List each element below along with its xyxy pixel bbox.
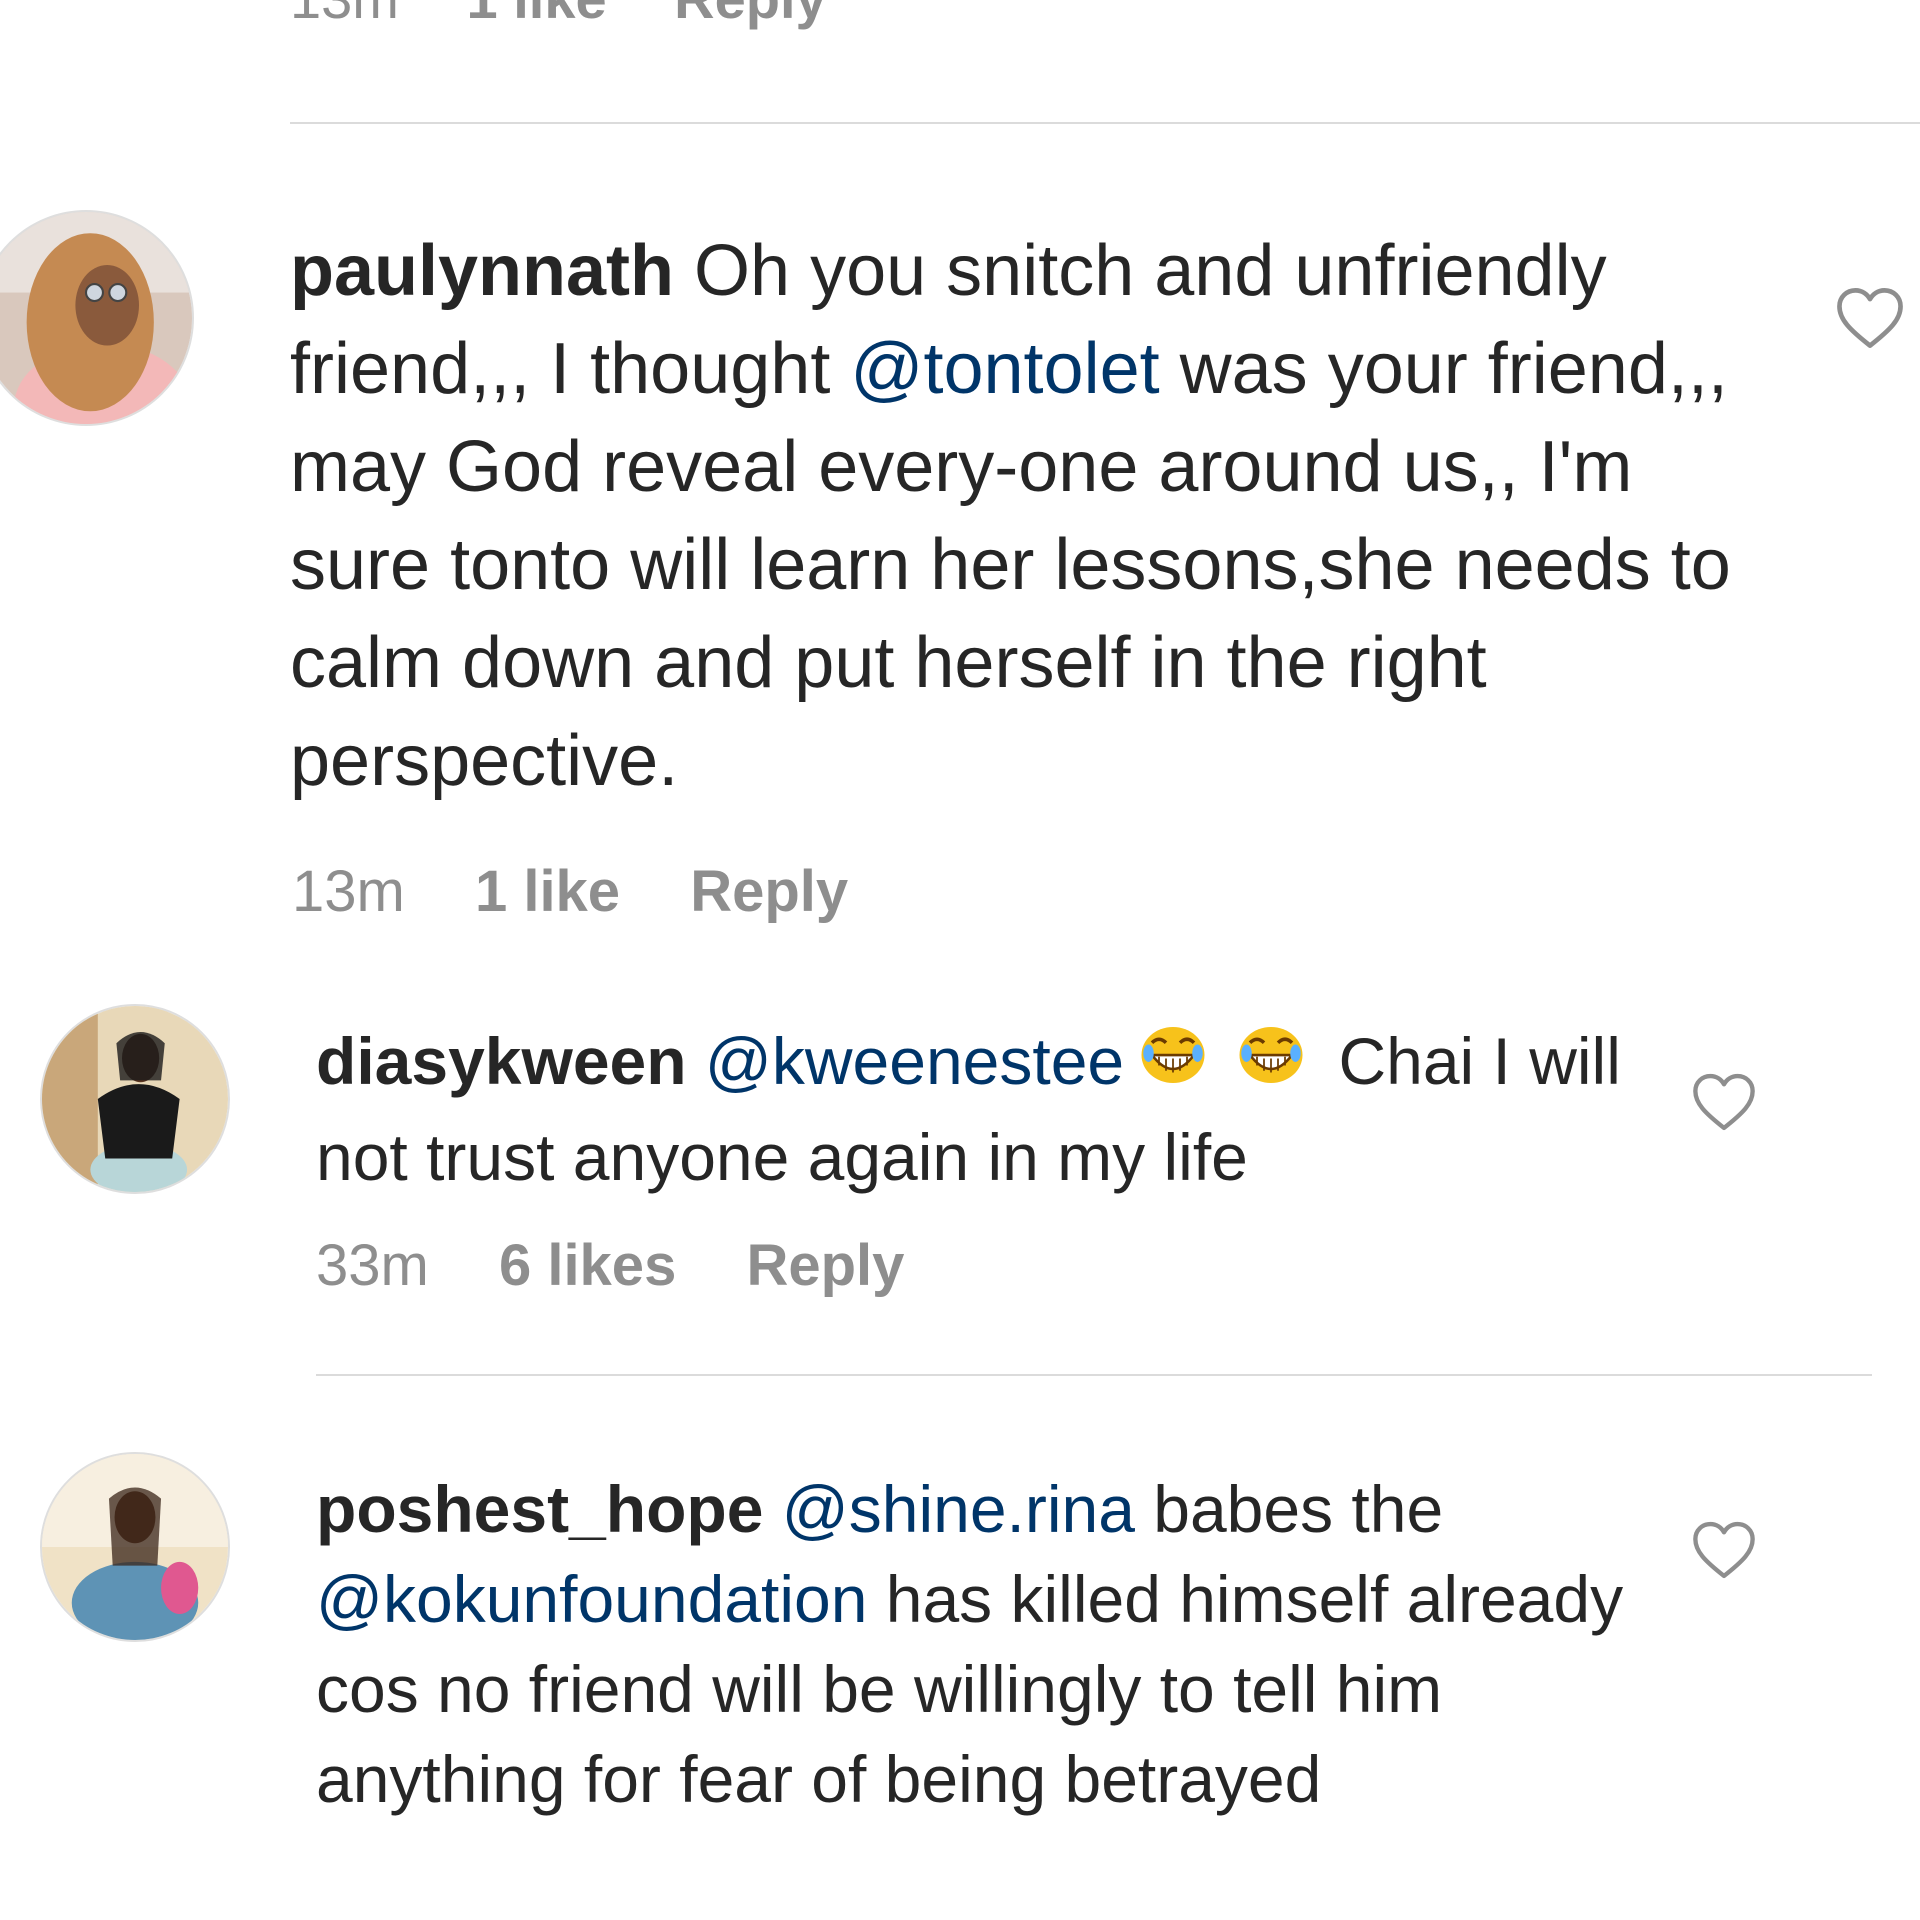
comment-username[interactable]: paulynnath [290, 231, 674, 311]
reply-button[interactable]: Reply [746, 1233, 904, 1298]
heart-outline-icon[interactable] [1691, 1520, 1757, 1580]
comment-time: 33m [316, 1233, 429, 1298]
comment-username[interactable]: diasykween [316, 1024, 687, 1098]
comment-time: 13m [292, 859, 405, 924]
comment-username[interactable]: poshest_hope [316, 1472, 763, 1546]
reply-button[interactable]: Reply [674, 0, 827, 30]
mention-link[interactable]: @shine.rina [782, 1472, 1135, 1546]
comment-meta: 13m 1 like Reply [292, 858, 902, 925]
comment-meta-partial: 13m 1 like Reply [290, 0, 879, 31]
comment-text: diasykween @kweenestee Chai I will not t… [316, 1016, 1656, 1202]
laughing-emoji-icon [1228, 1020, 1314, 1112]
divider [316, 1374, 1872, 1376]
comment-time: 13m [290, 0, 399, 30]
like-count[interactable]: 1 like [467, 0, 607, 30]
reply-button[interactable]: Reply [690, 859, 848, 924]
avatar[interactable] [0, 210, 194, 426]
avatar[interactable] [40, 1452, 230, 1642]
like-count[interactable]: 1 like [475, 859, 620, 924]
divider [290, 122, 1920, 124]
heart-outline-icon[interactable] [1691, 1072, 1757, 1132]
like-count[interactable]: 6 likes [499, 1233, 676, 1298]
avatar[interactable] [40, 1004, 230, 1194]
mention-link[interactable]: @tontolet [850, 329, 1159, 409]
mention-link[interactable]: @kweenestee [705, 1024, 1124, 1098]
heart-outline-icon[interactable] [1834, 286, 1906, 350]
comment-meta: 33m 6 likes Reply [316, 1232, 958, 1299]
comment-body: babes the [1134, 1472, 1444, 1546]
comment-text: paulynnath Oh you snitch and unfriendly … [290, 222, 1770, 810]
mention-link[interactable]: @kokunfoundation [316, 1562, 867, 1636]
laughing-emoji-icon [1130, 1020, 1216, 1112]
comment-text: poshest_hope @shine.rina babes the @koku… [316, 1464, 1656, 1824]
